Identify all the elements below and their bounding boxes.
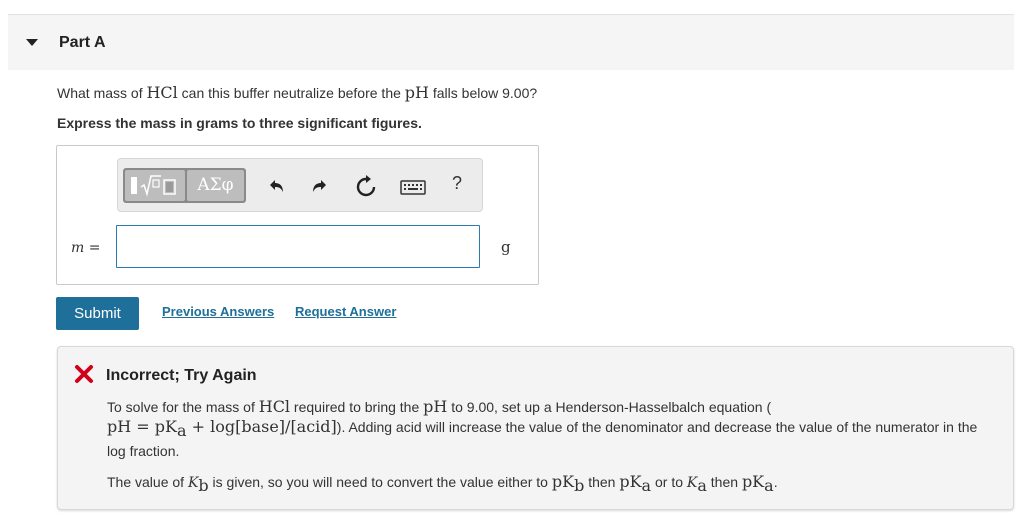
feedback-title: Incorrect; Try Again (106, 367, 257, 384)
request-answer-link[interactable]: Request Answer (295, 304, 396, 319)
feedback-hint-paragraph: To solve for the mass of HCl required to… (107, 397, 978, 459)
reset-icon[interactable] (354, 175, 378, 199)
template-button-group: ΑΣφ (123, 168, 246, 203)
part-title: Part A (59, 34, 106, 51)
instruction-text: Express the mass in grams to three signi… (57, 115, 422, 131)
unit-label: g (501, 238, 511, 256)
incorrect-x-icon (75, 365, 93, 383)
templates-button[interactable] (125, 170, 185, 201)
math-toolbar: ΑΣφ ? (117, 158, 483, 212)
part-header[interactable] (8, 15, 1014, 70)
submit-button[interactable]: Submit (56, 297, 139, 330)
variable-label: m = (71, 240, 101, 256)
help-button[interactable]: ? (452, 173, 462, 194)
keyboard-icon[interactable] (399, 175, 427, 199)
undo-icon[interactable] (264, 175, 288, 199)
answer-input[interactable] (116, 225, 480, 268)
feedback-conversion-paragraph: The value of Kb is given, so you will ne… (107, 472, 778, 495)
question-text: What mass of HCl can this buffer neutral… (57, 83, 538, 102)
templates-icon (131, 175, 176, 197)
redo-icon[interactable] (308, 175, 332, 199)
greek-symbols-button[interactable]: ΑΣφ (187, 170, 244, 201)
collapse-caret-icon[interactable] (26, 39, 38, 46)
previous-answers-link[interactable]: Previous Answers (162, 304, 274, 319)
